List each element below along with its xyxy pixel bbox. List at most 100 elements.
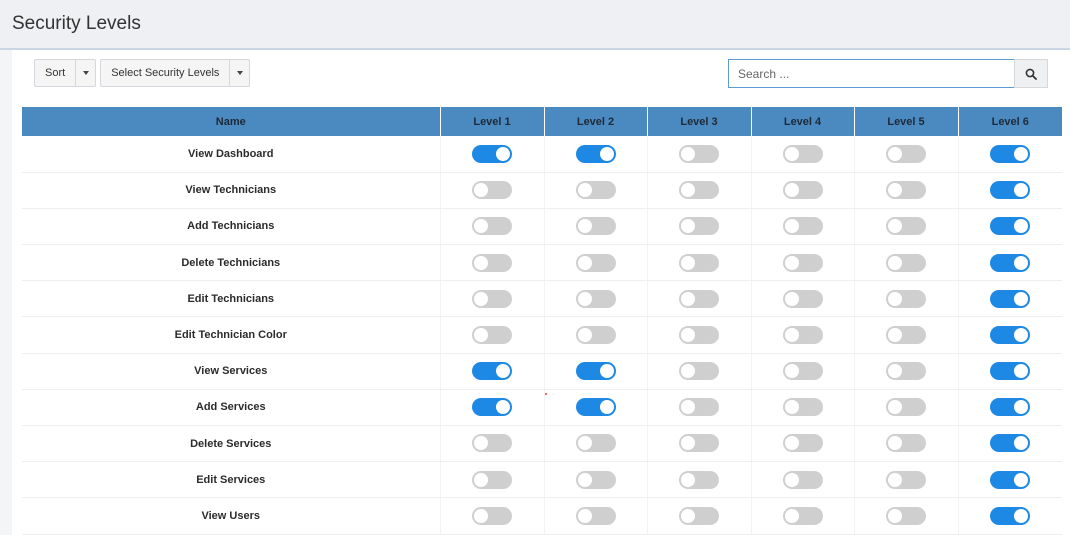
level-cell [958, 316, 1062, 354]
toggle-knob [1014, 219, 1029, 234]
level-2-toggle[interactable] [575, 253, 616, 272]
level-6-toggle[interactable] [990, 217, 1031, 236]
level-1-toggle[interactable] [472, 253, 512, 272]
toggle-knob [888, 183, 902, 198]
sort-button[interactable]: Sort [35, 60, 75, 86]
level-6-toggle[interactable] [990, 362, 1031, 381]
level-5-toggle[interactable] [886, 289, 926, 308]
column-header-level-2[interactable]: Level 2 [544, 107, 648, 136]
level-3-toggle[interactable] [679, 253, 719, 272]
level-5-toggle[interactable] [886, 434, 926, 453]
level-5-toggle[interactable] [886, 144, 926, 163]
level-4-toggle[interactable] [782, 181, 823, 200]
level-1-toggle[interactable] [472, 434, 512, 453]
level-2-toggle[interactable] [575, 470, 616, 489]
level-2-toggle[interactable] [575, 181, 616, 200]
toggle-knob [888, 327, 902, 342]
level-4-toggle[interactable] [782, 325, 823, 344]
level-5-toggle[interactable] [886, 470, 926, 489]
level-cell [647, 172, 752, 209]
level-3-toggle[interactable] [679, 217, 719, 236]
level-cell [647, 389, 752, 427]
level-3-toggle[interactable] [679, 398, 719, 417]
level-3-toggle[interactable] [679, 362, 719, 381]
level-1-toggle[interactable] [472, 217, 512, 236]
level-3-toggle[interactable] [679, 181, 719, 200]
level-1-toggle[interactable] [472, 398, 512, 417]
column-header-level-1[interactable]: Level 1 [440, 107, 545, 136]
sort-dropdown-toggle[interactable] [75, 60, 95, 86]
level-5-toggle[interactable] [886, 253, 926, 272]
select-levels-button-group: Select Security Levels [100, 59, 251, 87]
level-2-toggle[interactable] [575, 362, 616, 381]
level-cell [751, 136, 855, 173]
table-row: Add Services [22, 389, 1062, 427]
column-header-level-4[interactable]: Level 4 [751, 107, 855, 136]
level-6-toggle[interactable] [990, 398, 1031, 417]
level-1-toggle[interactable] [472, 470, 512, 489]
level-1-toggle[interactable] [472, 289, 512, 308]
level-2-toggle[interactable] [575, 398, 616, 417]
level-cell [958, 208, 1062, 246]
toggle-knob [888, 508, 902, 523]
level-5-toggle[interactable] [886, 217, 926, 236]
level-4-toggle[interactable] [782, 217, 823, 236]
level-6-toggle[interactable] [990, 289, 1031, 308]
level-2-toggle[interactable] [575, 217, 616, 236]
toggle-knob [599, 364, 614, 379]
level-2-toggle[interactable] [575, 289, 616, 308]
level-6-toggle[interactable] [990, 181, 1031, 200]
level-3-toggle[interactable] [679, 506, 719, 525]
level-4-toggle[interactable] [782, 144, 823, 163]
level-6-toggle[interactable] [990, 470, 1031, 489]
level-3-toggle[interactable] [679, 289, 719, 308]
level-3-toggle[interactable] [679, 325, 719, 344]
level-4-toggle[interactable] [782, 289, 823, 308]
level-1-toggle[interactable] [472, 506, 512, 525]
level-2-toggle[interactable] [575, 144, 616, 163]
column-header-name[interactable]: Name [22, 107, 441, 136]
permission-name: Add Services [22, 389, 441, 427]
select-security-levels-button[interactable]: Select Security Levels [101, 60, 229, 86]
level-6-toggle[interactable] [990, 253, 1031, 272]
level-1-toggle[interactable] [472, 144, 512, 163]
level-5-toggle[interactable] [886, 325, 926, 344]
table-row: View Technicians [22, 172, 1062, 209]
level-4-toggle[interactable] [782, 506, 823, 525]
level-cell [440, 316, 545, 354]
level-5-toggle[interactable] [886, 506, 926, 525]
column-header-level-5[interactable]: Level 5 [854, 107, 959, 136]
toggle-knob [474, 255, 488, 270]
level-3-toggle[interactable] [679, 434, 719, 453]
toggle-knob [681, 472, 695, 487]
level-4-toggle[interactable] [782, 398, 823, 417]
level-5-toggle[interactable] [886, 362, 926, 381]
toggle-knob [784, 219, 799, 234]
level-3-toggle[interactable] [679, 470, 719, 489]
level-6-toggle[interactable] [990, 144, 1031, 163]
level-5-toggle[interactable] [886, 181, 926, 200]
level-2-toggle[interactable] [575, 325, 616, 344]
level-2-toggle[interactable] [575, 434, 616, 453]
level-3-toggle[interactable] [679, 144, 719, 163]
column-header-level-6[interactable]: Level 6 [958, 107, 1062, 136]
level-1-toggle[interactable] [472, 181, 512, 200]
level-4-toggle[interactable] [782, 434, 823, 453]
level-4-toggle[interactable] [782, 470, 823, 489]
level-2-toggle[interactable] [575, 506, 616, 525]
search-input[interactable] [728, 59, 1015, 88]
level-1-toggle[interactable] [472, 362, 512, 381]
level-4-toggle[interactable] [782, 253, 823, 272]
search-button[interactable] [1014, 59, 1048, 88]
level-5-toggle[interactable] [886, 398, 926, 417]
level-cell [751, 389, 855, 427]
select-levels-dropdown-toggle[interactable] [229, 60, 249, 86]
level-4-toggle[interactable] [782, 362, 823, 381]
column-header-level-3[interactable]: Level 3 [647, 107, 752, 136]
level-cell [544, 316, 648, 354]
level-6-toggle[interactable] [990, 434, 1031, 453]
level-6-toggle[interactable] [990, 506, 1031, 525]
level-1-toggle[interactable] [472, 325, 512, 344]
chevron-down-icon [236, 71, 243, 75]
level-6-toggle[interactable] [990, 325, 1031, 344]
